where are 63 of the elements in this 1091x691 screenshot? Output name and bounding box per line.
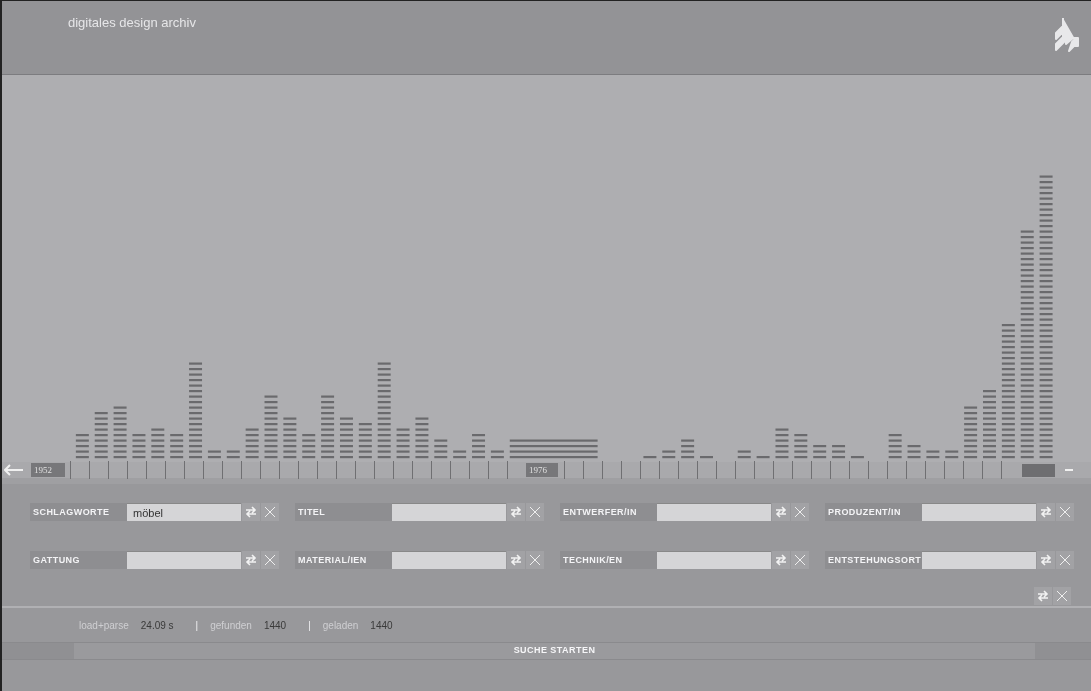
swap-icon — [775, 506, 787, 518]
close-icon — [264, 506, 276, 518]
search-field[interactable] — [657, 503, 771, 521]
logo-icon — [1053, 18, 1079, 52]
clear-button[interactable] — [791, 503, 809, 521]
swap-icon — [1040, 506, 1052, 518]
search-field[interactable] — [392, 503, 506, 521]
swap-button[interactable] — [507, 551, 525, 569]
clear-button[interactable] — [261, 551, 279, 569]
field-label: ENTSTEHUNGSORT — [825, 551, 922, 569]
year-label: 1976 — [526, 463, 558, 477]
close-icon — [1056, 590, 1068, 602]
status-value: 24.09 s — [140, 618, 174, 633]
close-icon — [794, 506, 806, 518]
close-icon — [1059, 554, 1071, 566]
swap-icon — [1040, 554, 1052, 566]
range-handle[interactable] — [1022, 463, 1055, 477]
close-icon — [529, 554, 541, 566]
swap-icon — [510, 554, 522, 566]
clear-button[interactable] — [1053, 587, 1071, 605]
search-field[interactable] — [922, 503, 1036, 521]
swap-button[interactable] — [772, 503, 790, 521]
field-label: TITEL — [295, 503, 392, 521]
swap-button[interactable] — [1037, 551, 1055, 569]
swap-icon — [245, 554, 257, 566]
search-field[interactable] — [127, 551, 241, 569]
field-label: TECHNIK/EN — [560, 551, 657, 569]
swap-icon — [510, 506, 522, 518]
swap-icon — [245, 506, 257, 518]
field-label: ENTWERFER/IN — [560, 503, 657, 521]
search-field[interactable] — [392, 551, 506, 569]
close-icon — [1059, 506, 1071, 518]
search-field[interactable] — [657, 551, 771, 569]
status-value: 1440 — [370, 618, 393, 633]
clear-button[interactable] — [791, 551, 809, 569]
field-label: SCHLAGWORTE — [30, 503, 127, 521]
left-arrow-icon[interactable] — [4, 464, 24, 476]
separator: | — [195, 618, 199, 633]
swap-icon — [775, 554, 787, 566]
field-label: PRODUZENT/IN — [825, 503, 922, 521]
status-value: 1440 — [263, 618, 287, 633]
close-icon — [529, 506, 541, 518]
swap-button[interactable] — [772, 551, 790, 569]
search-field[interactable]: möbel — [127, 503, 241, 521]
field-label: GATTUNG — [30, 551, 127, 569]
swap-icon — [1037, 590, 1049, 602]
swap-button[interactable] — [507, 503, 525, 521]
swap-button[interactable] — [1037, 503, 1055, 521]
clear-button[interactable] — [261, 503, 279, 521]
clear-button[interactable] — [526, 503, 544, 521]
swap-button[interactable] — [242, 551, 260, 569]
separator: | — [308, 618, 311, 633]
swap-button[interactable] — [242, 503, 260, 521]
site-title: digitales design archiv — [68, 14, 196, 29]
clear-button[interactable] — [1056, 551, 1074, 569]
field-label: MATERIAL/IEN — [295, 551, 392, 569]
year-label: 1952 — [31, 463, 65, 477]
close-icon — [794, 554, 806, 566]
close-icon — [264, 554, 276, 566]
search-field[interactable] — [922, 551, 1036, 569]
swap-button[interactable] — [1034, 587, 1052, 605]
clear-button[interactable] — [1056, 503, 1074, 521]
clear-button[interactable] — [526, 551, 544, 569]
